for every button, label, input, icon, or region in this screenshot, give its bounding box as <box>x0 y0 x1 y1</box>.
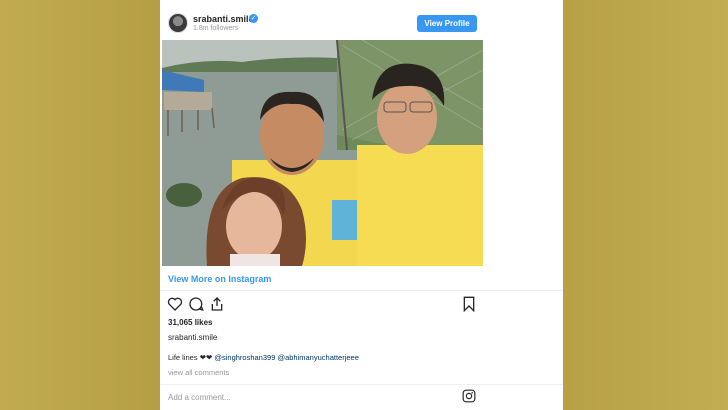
post-header: srabanti.smile ✓ 1.8m followers View Pro… <box>160 0 563 40</box>
background-right <box>563 0 728 410</box>
verified-badge-icon: ✓ <box>249 14 258 23</box>
background-left <box>0 0 160 410</box>
mention-link[interactable]: @singhroshan399 <box>214 353 275 362</box>
follower-count: 1.8m followers <box>193 25 239 32</box>
add-comment-input[interactable]: Add a comment... <box>168 393 231 402</box>
bookmark-icon[interactable] <box>462 296 476 312</box>
instagram-embed-card: srabanti.smile ✓ 1.8m followers View Pro… <box>160 0 563 410</box>
divider <box>160 290 563 291</box>
like-count[interactable]: 31,065 likes <box>168 318 212 327</box>
instagram-icon[interactable] <box>462 389 476 403</box>
username[interactable]: srabanti.smile <box>193 14 254 24</box>
avatar[interactable] <box>168 13 188 33</box>
post-photo[interactable] <box>162 40 483 266</box>
post-caption: Life lines ❤❤ @singhroshan399 @abhimanyu… <box>168 353 359 362</box>
post-author[interactable]: srabanti.smile <box>168 333 217 342</box>
comment-icon[interactable] <box>188 296 204 312</box>
caption-text: Life lines <box>168 353 198 362</box>
view-profile-button[interactable]: View Profile <box>417 15 477 32</box>
caption-emoji: ❤❤ <box>199 353 213 362</box>
divider <box>160 384 563 385</box>
view-more-on-instagram-link[interactable]: View More on Instagram <box>168 274 271 284</box>
mention-link[interactable]: @abhimanyuchatterjeee <box>277 353 358 362</box>
share-icon[interactable] <box>209 296 225 312</box>
view-all-comments-link[interactable]: view all comments <box>168 368 229 377</box>
heart-icon[interactable] <box>167 296 183 312</box>
